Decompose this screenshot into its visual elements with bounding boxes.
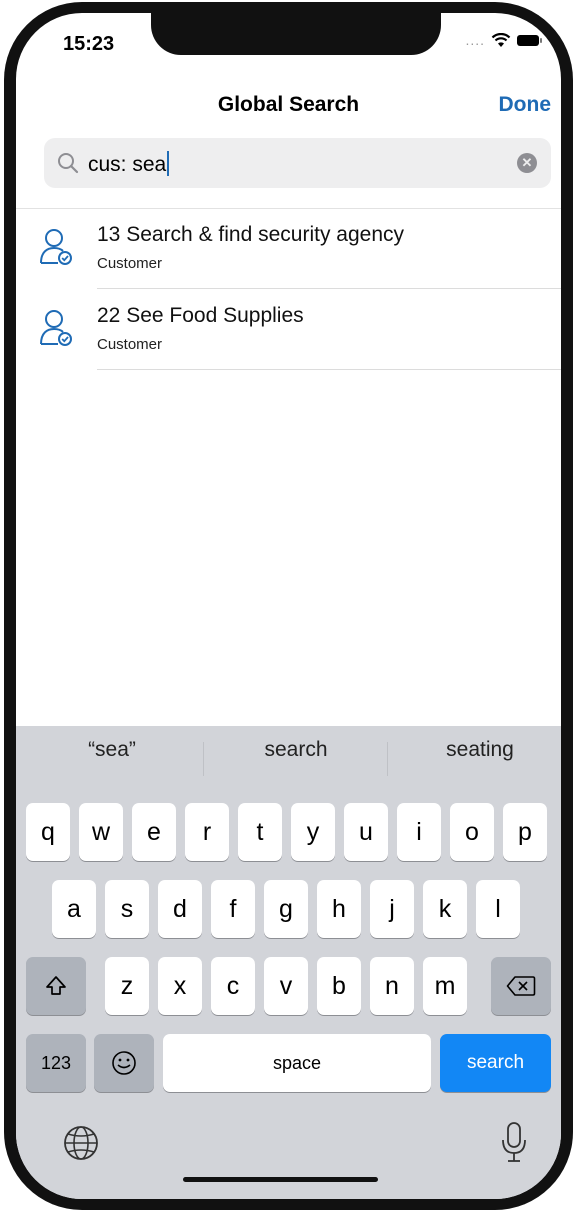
key-g[interactable]: g	[264, 880, 308, 938]
key-z[interactable]: z	[105, 957, 149, 1015]
list-item[interactable]: 22 See Food Supplies Customer	[16, 290, 561, 370]
signal-dots: ....	[465, 32, 485, 48]
key-v[interactable]: v	[264, 957, 308, 1015]
key-w[interactable]: w	[79, 803, 123, 861]
phone-frame: 15:23 .... Global Search Done cus: sea ✕	[4, 2, 573, 1210]
result-subtitle: Customer	[97, 336, 163, 353]
key-d[interactable]: d	[158, 880, 202, 938]
result-title: 22 See Food Supplies	[97, 304, 304, 327]
divider	[97, 369, 561, 370]
key-a[interactable]: a	[52, 880, 96, 938]
backspace-icon	[506, 976, 536, 996]
space-key[interactable]: space	[163, 1034, 431, 1092]
key-f[interactable]: f	[211, 880, 255, 938]
key-t[interactable]: t	[238, 803, 282, 861]
search-key[interactable]: search	[440, 1034, 551, 1092]
text-cursor	[167, 151, 170, 176]
numbers-key[interactable]: 123	[26, 1034, 86, 1092]
notch	[151, 13, 441, 55]
key-i[interactable]: i	[397, 803, 441, 861]
result-title: 13 Search & find security agency	[97, 223, 405, 246]
key-q[interactable]: q	[26, 803, 70, 861]
suggestion-search[interactable]: search	[206, 738, 386, 762]
key-h[interactable]: h	[317, 880, 361, 938]
battery-icon	[517, 34, 542, 46]
key-m[interactable]: m	[423, 957, 467, 1015]
key-j[interactable]: j	[370, 880, 414, 938]
search-field[interactable]: cus: sea ✕	[44, 138, 551, 188]
status-time: 15:23	[63, 33, 115, 55]
key-r[interactable]: r	[185, 803, 229, 861]
suggestion-seating[interactable]: seating	[390, 738, 561, 762]
key-k[interactable]: k	[423, 880, 467, 938]
key-x[interactable]: x	[158, 957, 202, 1015]
clear-icon[interactable]: ✕	[517, 153, 537, 173]
key-o[interactable]: o	[450, 803, 494, 861]
emoji-key[interactable]	[94, 1034, 154, 1092]
shift-key[interactable]	[26, 957, 86, 1015]
home-indicator[interactable]	[183, 1177, 378, 1182]
customer-icon	[40, 229, 72, 265]
delete-key[interactable]	[491, 957, 551, 1015]
emoji-icon	[112, 1051, 136, 1075]
key-p[interactable]: p	[503, 803, 547, 861]
key-c[interactable]: c	[211, 957, 255, 1015]
customer-icon	[40, 310, 72, 346]
list-item[interactable]: 13 Search & find security agency Custome…	[16, 209, 561, 289]
key-n[interactable]: n	[370, 957, 414, 1015]
key-l[interactable]: l	[476, 880, 520, 938]
search-icon	[58, 153, 79, 174]
status-icons: ....	[465, 32, 542, 48]
suggestion-divider	[203, 742, 204, 776]
wifi-icon	[491, 32, 511, 47]
shift-icon	[46, 976, 66, 995]
key-e[interactable]: e	[132, 803, 176, 861]
page-title: Global Search	[217, 93, 360, 116]
search-query: cus: sea	[88, 153, 167, 176]
screen: 15:23 .... Global Search Done cus: sea ✕	[16, 13, 561, 1199]
keyboard: “sea” search seating q w e r t y u i o p…	[16, 726, 561, 1199]
suggestion-sea[interactable]: “sea”	[22, 738, 202, 762]
divider	[97, 288, 561, 289]
done-button[interactable]: Done	[499, 93, 552, 117]
key-u[interactable]: u	[344, 803, 388, 861]
key-b[interactable]: b	[317, 957, 361, 1015]
result-subtitle: Customer	[97, 255, 163, 272]
globe-icon[interactable]	[62, 1124, 100, 1162]
search-input[interactable]: cus: sea	[88, 151, 170, 177]
key-s[interactable]: s	[105, 880, 149, 938]
suggestion-divider	[387, 742, 388, 776]
key-y[interactable]: y	[291, 803, 335, 861]
microphone-icon[interactable]	[500, 1121, 528, 1165]
